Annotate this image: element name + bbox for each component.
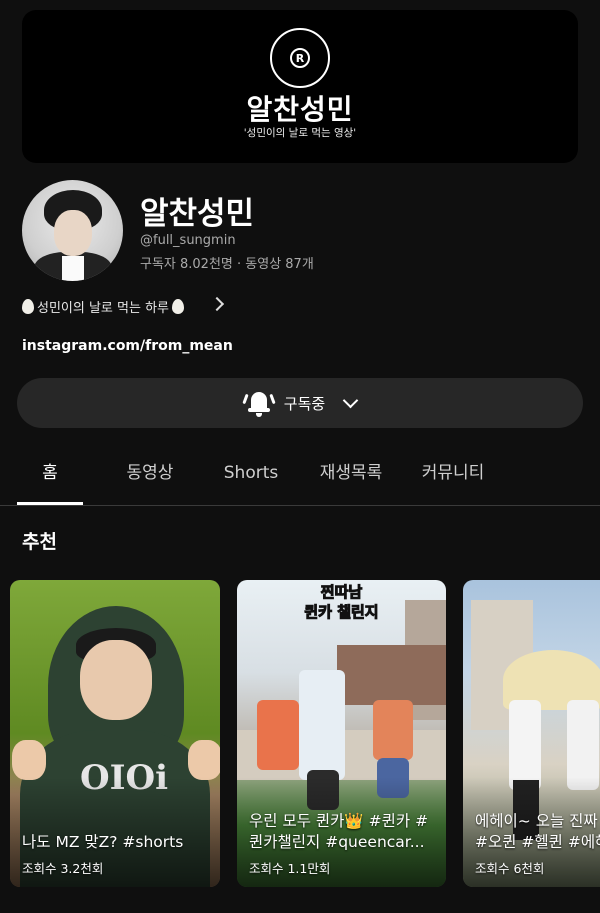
bell-icon <box>242 388 276 418</box>
subscribed-button[interactable]: 구독중 <box>17 378 583 428</box>
short-title: 나도 MZ 맞Z? #shorts <box>22 833 184 851</box>
channel-name: 알찬성민 <box>140 196 255 232</box>
channel-tabs: 홈 동영상 Shorts 재생목록 커뮤니티 <box>0 450 600 506</box>
channel-link[interactable]: instagram.com/from_mean <box>22 338 233 354</box>
subscribed-label: 구독중 <box>283 394 326 413</box>
channel-handle: @full_sungmin <box>140 233 236 248</box>
channel-stats: 구독자 8.02천명 · 동영상 87개 <box>140 257 314 272</box>
channel-logo-icon: R <box>270 28 330 88</box>
short-title: 우린 모두 퀸카👑 #퀸카 # 퀸카챌린지 #queencar... <box>249 812 429 851</box>
egg-icon <box>172 298 184 314</box>
channel-banner: R 알찬성민 '성민이의 날로 먹는 영상' <box>22 10 578 163</box>
egg-icon <box>22 298 34 314</box>
tab-shorts[interactable]: Shorts <box>210 450 292 506</box>
short-title: 에헤이~ 오늘 진짜 #오퀸 #헬퀸 #에헤 <box>475 812 600 851</box>
active-tab-indicator <box>17 502 83 505</box>
short-card[interactable]: 찐따남 퀸카 챌린지 우린 모두 퀸카👑 #퀸카 # 퀸카챌린지 #queenc… <box>237 580 446 887</box>
channel-avatar[interactable] <box>22 180 123 281</box>
description-text: 성민이의 날로 먹는 하루 <box>37 300 169 316</box>
channel-description[interactable]: 성민이의 날로 먹는 하루 <box>22 296 184 316</box>
short-views: 조회수 3.2천회 <box>22 861 104 876</box>
chevron-down-icon <box>342 392 359 408</box>
tab-home[interactable]: 홈 <box>17 450 83 506</box>
short-views: 조회수 1.1만회 <box>249 861 331 876</box>
short-views: 조회수 6천회 <box>475 861 545 876</box>
banner-title: 알찬성민 <box>246 93 354 126</box>
registered-mark: R <box>290 48 310 68</box>
section-title: 추천 <box>22 531 57 553</box>
short-card[interactable]: 에헤이~ 오늘 진짜 #오퀸 #헬퀸 #에헤 조회수 6천회 <box>463 580 600 887</box>
chevron-right-icon[interactable] <box>209 296 225 312</box>
short-card[interactable]: OIOi 나도 MZ 맞Z? #shorts 조회수 3.2천회 <box>10 580 220 887</box>
tab-playlists[interactable]: 재생목록 <box>308 450 394 506</box>
short-overlay-text: 찐따남 퀸카 챌린지 <box>304 583 379 622</box>
tab-community[interactable]: 커뮤니티 <box>410 450 496 506</box>
tab-videos[interactable]: 동영상 <box>112 450 188 506</box>
banner-subtitle: '성민이의 날로 먹는 영상' <box>243 127 357 139</box>
